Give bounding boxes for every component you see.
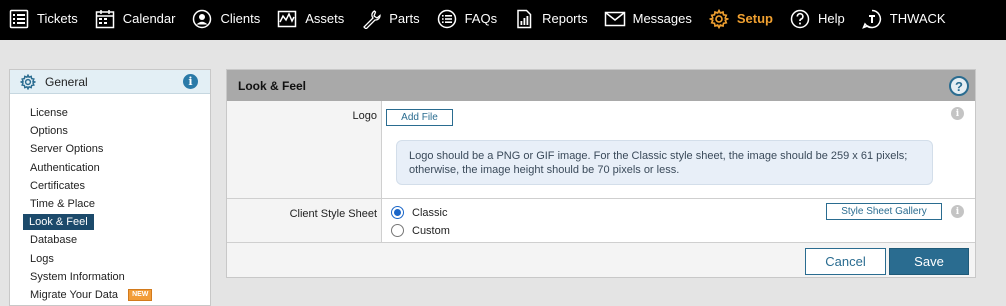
radio-button-custom[interactable] [391, 224, 404, 237]
gear-icon [20, 73, 36, 90]
nav-label: Parts [389, 11, 420, 26]
save-button[interactable]: Save [889, 248, 969, 275]
radio-button-classic[interactable] [391, 206, 404, 219]
calendar-icon [94, 8, 116, 30]
sidebar-item-authentication[interactable]: Authentication [10, 159, 210, 177]
style-sheet-content: Classic Custom Style Sheet Gallery i [382, 199, 975, 242]
nav-setup[interactable]: Setup [708, 0, 773, 37]
sidebar-item-label: Look & Feel [23, 214, 94, 231]
sidebar-title: General [45, 74, 88, 89]
report-icon [513, 8, 535, 30]
logo-hint: Logo should be a PNG or GIF image. For t… [396, 140, 933, 185]
nav-calendar[interactable]: Calendar [94, 0, 176, 37]
sidebar-item-system-information[interactable]: System Information [10, 268, 210, 286]
nav-label: FAQs [464, 11, 498, 26]
sidebar-item-look-feel[interactable]: Look & Feel [10, 213, 210, 231]
user-icon [191, 8, 213, 30]
new-badge: NEW [128, 288, 153, 301]
nav-label: Tickets [37, 11, 78, 26]
page-title: Look & Feel [238, 78, 307, 93]
gear-icon [708, 8, 730, 30]
sidebar-list: License Options Server Options Authentic… [10, 94, 210, 304]
sidebar-item-time-place[interactable]: Time & Place [10, 195, 210, 213]
sidebar-header: General i [10, 70, 210, 94]
nav-reports[interactable]: Reports [513, 0, 588, 37]
nav-label: Help [818, 11, 845, 26]
info-icon[interactable]: i [951, 205, 964, 218]
settings-sidebar: General i License Options Server Options… [9, 69, 211, 306]
nav-thwack[interactable]: THWACK [861, 0, 946, 37]
nav-label: THWACK [889, 11, 946, 26]
envelope-icon [604, 8, 626, 30]
cancel-button[interactable]: Cancel [805, 248, 886, 275]
list-icon [8, 8, 30, 30]
sidebar-item-label: Authentication [30, 161, 100, 174]
info-icon[interactable]: i [183, 74, 198, 89]
logo-label: Logo [227, 101, 382, 198]
radio-classic[interactable]: Classic [391, 206, 447, 219]
sidebar-item-label: Migrate Your Data [30, 288, 119, 301]
list-circle-icon [436, 8, 458, 30]
sidebar-item-logs[interactable]: Logs [10, 250, 210, 268]
nav-divider [0, 37, 1006, 40]
chart-icon [276, 8, 298, 30]
sidebar-item-certificates[interactable]: Certificates [10, 177, 210, 195]
look-feel-panel: Look & Feel ? Logo Add File i Logo shoul… [226, 69, 976, 278]
style-sheet-row: Client Style Sheet Classic Custom Style … [227, 199, 975, 243]
nav-label: Calendar [122, 11, 176, 26]
nav-messages[interactable]: Messages [604, 0, 692, 37]
nav-label: Messages [632, 11, 692, 26]
nav-assets[interactable]: Assets [276, 0, 344, 37]
nav-label: Setup [736, 11, 773, 26]
radio-label: Custom [412, 224, 450, 237]
sidebar-item-label: Time & Place [30, 197, 96, 210]
panel-footer: Cancel Save [227, 243, 975, 277]
style-sheet-gallery-button[interactable]: Style Sheet Gallery [826, 203, 942, 220]
sidebar-item-migrate-data[interactable]: Migrate Your Data NEW [10, 286, 210, 304]
sidebar-item-options[interactable]: Options [10, 122, 210, 140]
radio-custom[interactable]: Custom [391, 224, 450, 237]
nav-help[interactable]: Help [789, 0, 845, 37]
style-sheet-label: Client Style Sheet [227, 199, 382, 242]
sidebar-item-label: Server Options [30, 143, 104, 156]
sidebar-item-label: Logs [30, 252, 54, 265]
nav-faqs[interactable]: FAQs [436, 0, 498, 37]
sidebar-item-label: Certificates [30, 179, 86, 192]
nav-label: Clients [220, 11, 261, 26]
sidebar-item-label: Database [30, 234, 78, 247]
thwack-icon [861, 8, 883, 30]
add-file-button[interactable]: Add File [386, 109, 453, 126]
nav-label: Assets [305, 11, 345, 26]
info-icon[interactable]: i [951, 107, 964, 120]
logo-content: Add File i Logo should be a PNG or GIF i… [382, 101, 975, 198]
nav-parts[interactable]: Parts [360, 0, 420, 37]
sidebar-item-server-options[interactable]: Server Options [10, 140, 210, 158]
nav-tickets[interactable]: Tickets [8, 0, 78, 37]
wrench-icon [360, 8, 382, 30]
sidebar-item-database[interactable]: Database [10, 231, 210, 249]
sidebar-item-label: Options [30, 125, 68, 138]
nav-label: Reports [542, 11, 588, 26]
sidebar-item-label: License [30, 107, 68, 119]
help-icon[interactable]: ? [949, 76, 969, 96]
logo-row: Logo Add File i Logo should be a PNG or … [227, 101, 975, 199]
panel-header: Look & Feel ? [227, 70, 975, 101]
help-icon [789, 8, 811, 30]
sidebar-item-license[interactable]: License [10, 104, 210, 122]
top-nav: Tickets Calendar Clients Assets Parts FA… [0, 0, 1006, 37]
sidebar-item-label: System Information [30, 270, 125, 283]
nav-clients[interactable]: Clients [191, 0, 260, 37]
radio-label: Classic [412, 206, 448, 219]
